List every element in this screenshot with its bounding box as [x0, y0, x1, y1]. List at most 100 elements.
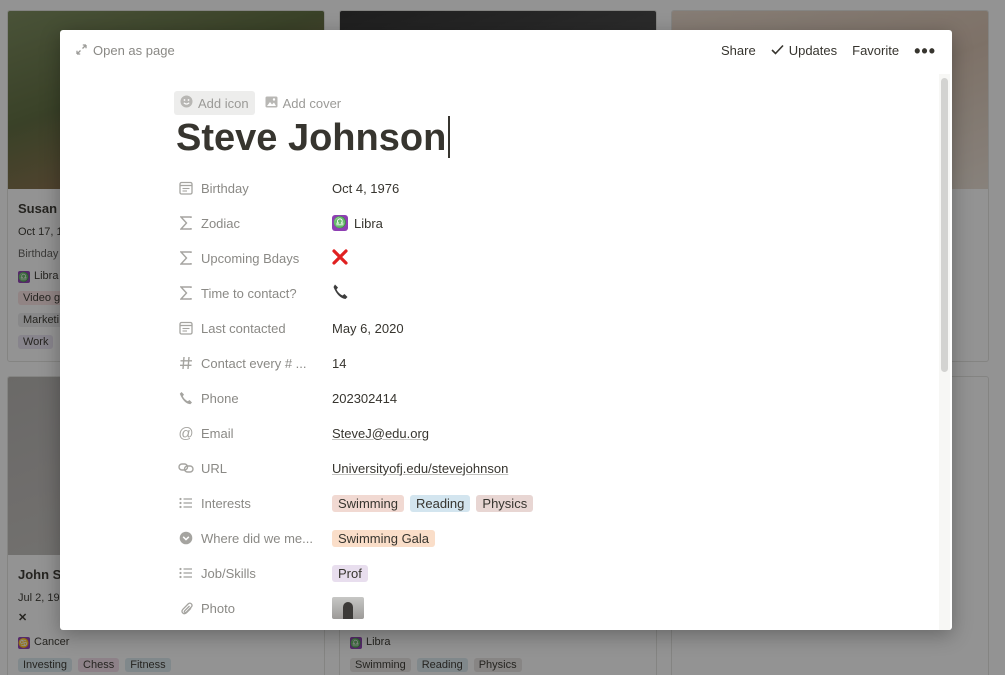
property-label: Interests	[201, 495, 251, 511]
page-title[interactable]: Steve Johnson	[176, 116, 450, 160]
updates-label: Updates	[788, 43, 838, 58]
property-name[interactable]: @ Email	[178, 425, 332, 441]
property-value-contact-every[interactable]: 14	[332, 356, 346, 371]
property-value-job-skills[interactable]: Prof	[332, 564, 368, 582]
contact-every-value: 14	[332, 355, 347, 371]
property-name[interactable]: Job/Skills	[178, 565, 332, 581]
property-label: Email	[201, 425, 234, 441]
property-name[interactable]: Upcoming Bdays	[178, 250, 332, 266]
property-name[interactable]: Zodiac	[178, 215, 332, 231]
page-title-text: Steve Johnson	[176, 117, 447, 159]
more-options-icon[interactable]: •••	[914, 42, 936, 60]
formula-icon	[178, 250, 194, 266]
property-value-zodiac[interactable]: ♎ Libra	[332, 215, 383, 231]
property-row-email: @ Email SteveJ@edu.org	[178, 420, 878, 446]
share-button[interactable]: Share	[721, 43, 756, 58]
property-row-contact-every: Contact every # ... 14	[178, 350, 878, 376]
tag-reading: Reading	[409, 494, 471, 512]
property-label: Time to contact?	[201, 285, 297, 301]
property-label: Last contacted	[201, 320, 286, 336]
tag-swimming-gala: Swimming Gala	[332, 529, 436, 547]
property-label: URL	[201, 460, 228, 476]
property-value-time-to-contact[interactable]	[332, 283, 349, 303]
formula-icon	[178, 215, 194, 231]
telephone-receiver-icon	[332, 283, 349, 303]
open-as-page-label: Open as page	[93, 43, 175, 58]
property-row-url: URL Universityofj.edu/stevejohnson	[178, 455, 878, 481]
page-peek-modal: Open as page Share Updates Favorite ••• …	[60, 30, 952, 630]
property-value-upcoming-bdays[interactable]	[332, 248, 348, 268]
circle-chevron-icon	[178, 530, 194, 546]
photo-thumbnail[interactable]	[332, 597, 364, 619]
property-label: Where did we me...	[201, 530, 313, 546]
birthday-value: Oct 4, 1976	[332, 180, 400, 196]
property-label: Phone	[201, 390, 239, 406]
property-row-interests: Interests Swimming Reading Physics	[178, 490, 878, 516]
property-value-email[interactable]: SteveJ@edu.org	[332, 426, 429, 441]
tag-swimming: Swimming	[332, 494, 404, 512]
property-name[interactable]: Last contacted	[178, 320, 332, 336]
add-icon-button[interactable]: Add icon	[174, 91, 255, 115]
property-label: Job/Skills	[201, 565, 256, 581]
add-icon-label: Add icon	[198, 95, 249, 111]
property-row-photo: Photo	[178, 595, 878, 621]
property-row-last-contacted: Last contacted May 6, 2020	[178, 315, 878, 341]
property-value-birthday[interactable]: Oct 4, 1976	[332, 181, 399, 196]
property-row-zodiac: Zodiac ♎ Libra	[178, 210, 878, 236]
property-name[interactable]: Where did we me...	[178, 530, 332, 546]
property-row-job-skills: Job/Skills Prof	[178, 560, 878, 586]
email-value: SteveJ@edu.org	[332, 425, 430, 441]
last-contacted-value: May 6, 2020	[332, 320, 404, 336]
image-icon	[265, 96, 278, 111]
property-label: Upcoming Bdays	[201, 250, 300, 266]
add-cover-label: Add cover	[282, 95, 342, 111]
property-value-photo[interactable]	[332, 597, 364, 619]
url-value: Universityofj.edu/stevejohnson	[332, 460, 509, 476]
tag-physics: Physics	[476, 494, 534, 512]
tag-prof: Prof	[332, 564, 368, 582]
calendar-icon	[178, 180, 194, 196]
formula-icon	[178, 285, 194, 301]
smiley-icon	[180, 95, 193, 111]
list-icon	[178, 565, 194, 581]
favorite-button[interactable]: Favorite	[852, 43, 899, 58]
property-value-phone[interactable]: 202302414	[332, 391, 397, 406]
property-row-phone: Phone 202302414	[178, 385, 878, 411]
calendar-icon	[178, 320, 194, 336]
property-name[interactable]: Contact every # ...	[178, 355, 332, 371]
property-row-where-met: Where did we me... Swimming Gala	[178, 525, 878, 551]
text-cursor	[448, 116, 450, 158]
modal-topbar: Open as page Share Updates Favorite •••	[60, 30, 952, 72]
link-icon	[178, 460, 194, 476]
hash-icon	[178, 355, 194, 371]
property-name[interactable]: Time to contact?	[178, 285, 332, 301]
libra-icon: ♎	[332, 215, 348, 231]
expand-icon	[76, 43, 87, 58]
property-label: Photo	[201, 600, 235, 616]
property-name[interactable]: Photo	[178, 600, 332, 616]
property-label: Zodiac	[201, 215, 241, 231]
property-value-last-contacted[interactable]: May 6, 2020	[332, 321, 404, 336]
phone-value: 202302414	[332, 390, 398, 406]
property-value-interests[interactable]: Swimming Reading Physics	[332, 494, 534, 512]
property-label: Contact every # ...	[201, 355, 307, 371]
property-value-where-met[interactable]: Swimming Gala	[332, 529, 436, 547]
property-name[interactable]: Birthday	[178, 180, 332, 196]
open-as-page-button[interactable]: Open as page	[76, 43, 175, 58]
paperclip-icon	[178, 600, 194, 616]
property-name[interactable]: URL	[178, 460, 332, 476]
red-x-icon	[332, 248, 348, 268]
check-icon	[771, 43, 784, 58]
property-row-birthday: Birthday Oct 4, 1976	[178, 175, 878, 201]
property-name[interactable]: Interests	[178, 495, 332, 511]
property-value-url[interactable]: Universityofj.edu/stevejohnson	[332, 461, 508, 476]
property-name[interactable]: Phone	[178, 390, 332, 406]
add-cover-button[interactable]: Add cover	[259, 91, 348, 115]
property-label: Birthday	[201, 180, 249, 196]
property-row-time-to-contact: Time to contact?	[178, 280, 878, 306]
zodiac-value: Libra	[354, 215, 383, 231]
updates-button[interactable]: Updates	[771, 43, 837, 58]
scrollbar-thumb[interactable]	[941, 78, 948, 372]
list-icon	[178, 495, 194, 511]
phone-icon	[178, 390, 194, 406]
